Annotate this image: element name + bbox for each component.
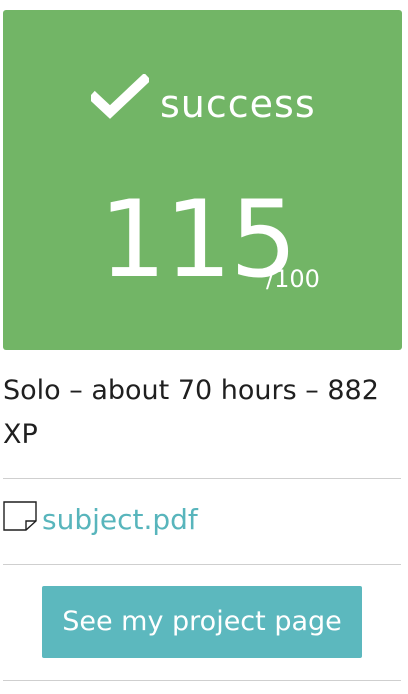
status-row: success [3, 74, 402, 134]
document-icon [3, 501, 37, 531]
divider [3, 478, 401, 479]
see-project-page-button[interactable]: See my project page [42, 586, 362, 658]
subject-pdf-link[interactable]: subject.pdf [42, 498, 198, 542]
status-label: success [160, 82, 316, 126]
divider [3, 680, 401, 681]
project-info: Solo – about 70 hours – 882 XP [3, 375, 379, 450]
check-icon [91, 74, 149, 119]
divider [3, 564, 401, 565]
score-max: /100 [266, 265, 320, 293]
score-card: success 115 /100 [3, 10, 402, 350]
